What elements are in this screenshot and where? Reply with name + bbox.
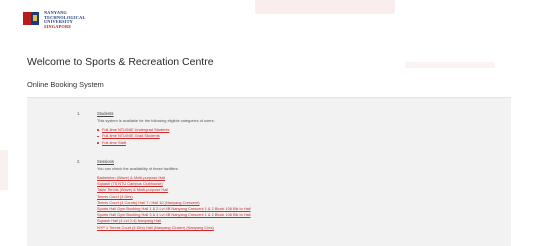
logo-text[interactable]: NANYANG TECHNOLOGICAL UNIVERSITY SINGAPO… bbox=[44, 10, 86, 29]
page-subtitle: Online Booking System bbox=[27, 80, 104, 89]
ntu-logo-icon[interactable] bbox=[23, 12, 39, 25]
section-number: 2. bbox=[77, 159, 81, 164]
content-panel: 1. Students This system is available for… bbox=[27, 97, 511, 246]
facility-link[interactable]: Badminton (Wave) & Multi-purpose Hall bbox=[97, 175, 165, 180]
facility-link[interactable]: Squash (T5 NTU Campus Clubhouse) bbox=[97, 181, 163, 186]
logo-line-4: SINGAPORE bbox=[44, 23, 72, 29]
eligible-user-link[interactable]: Full-time NTU/NIE Grad Students bbox=[102, 133, 160, 138]
eligible-user-link[interactable]: Full-time NTU/NIE Undergrad Students bbox=[102, 127, 169, 132]
facility-link[interactable]: Tennis Court (4 Dirs) bbox=[97, 194, 133, 199]
header: NANYANG TECHNOLOGICAL UNIVERSITY SINGAPO… bbox=[23, 10, 86, 35]
list-item: NYP 1 Tennis Court (4 Dirs) Hall (Nanyan… bbox=[97, 225, 251, 231]
section-title: Sessions bbox=[97, 159, 114, 164]
facility-link[interactable]: Tennis Court (4 Courts) Hall 7 / Hall 10… bbox=[97, 200, 200, 205]
watermark-edge bbox=[0, 150, 8, 190]
list-item: Full-time Staff bbox=[97, 140, 169, 146]
section-description: You can check the availability of these … bbox=[97, 166, 179, 171]
section-number: 1. bbox=[77, 111, 81, 116]
facility-link[interactable]: Sports Hall Gym Booking Hall 3 & 4 Lvl 4… bbox=[97, 212, 251, 217]
watermark-strip bbox=[405, 62, 495, 68]
section-description: This system is available for the followi… bbox=[97, 118, 215, 123]
page-title: Welcome to Sports & Recreation Centre bbox=[27, 56, 214, 68]
facility-link[interactable]: Table Tennis (Wave) & Multi-purpose Hall bbox=[97, 187, 168, 192]
section-title: Students bbox=[97, 111, 114, 116]
facility-link[interactable]: Sports Hall Gym Booking Hall 1 & 2 Lvl 4… bbox=[97, 206, 251, 211]
facility-link[interactable]: Squash Hall (4 Lvl 2-4) Nanyang Hall bbox=[97, 218, 161, 223]
eligible-users-list: Full-time NTU/NIE Undergrad Students Ful… bbox=[97, 127, 169, 146]
eligible-user-link[interactable]: Full-time Staff bbox=[102, 140, 126, 145]
watermark-banner bbox=[255, 0, 395, 14]
facility-link[interactable]: NYP 1 Tennis Court (4 Dirs) Hall (Nanyan… bbox=[97, 225, 214, 230]
facility-list: Badminton (Wave) & Multi-purpose Hall Sq… bbox=[97, 175, 251, 231]
